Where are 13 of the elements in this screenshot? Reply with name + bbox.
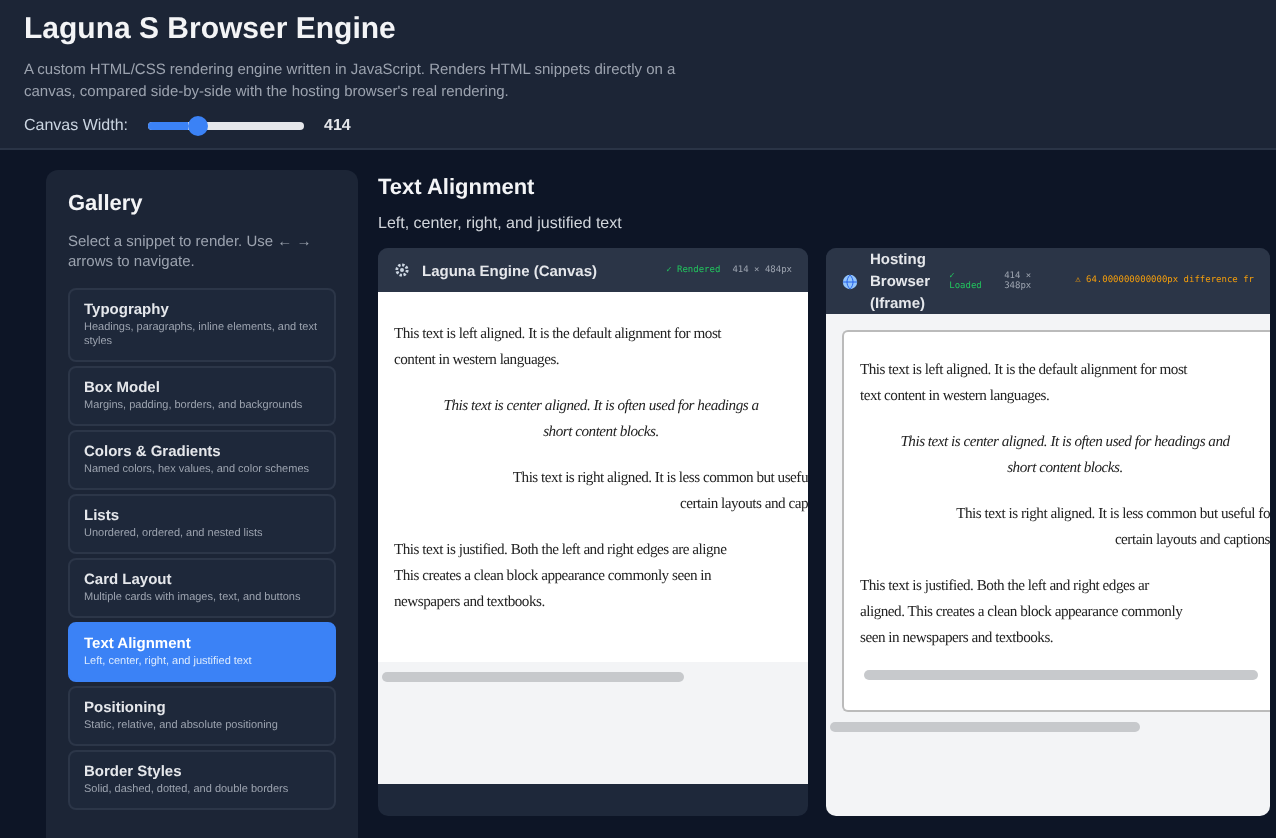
scrollbar[interactable]: [382, 672, 683, 682]
canvas-width-value: 414: [324, 116, 351, 134]
scrollbar[interactable]: [830, 722, 1141, 732]
slider-thumb[interactable]: [187, 115, 208, 135]
globe-icon: [842, 273, 858, 289]
section-title: Text Alignment: [378, 176, 537, 200]
scrollbar[interactable]: [864, 670, 1258, 680]
gear-icon: [394, 262, 410, 278]
app-title: Laguna S Browser Engine: [24, 12, 398, 46]
canvas-width-slider[interactable]: [148, 121, 305, 129]
section-subtitle: Left, center, right, and justified text: [378, 214, 624, 232]
canvas-width-label: Canvas Width:: [24, 116, 129, 134]
gallery-title: Gallery: [68, 192, 145, 216]
